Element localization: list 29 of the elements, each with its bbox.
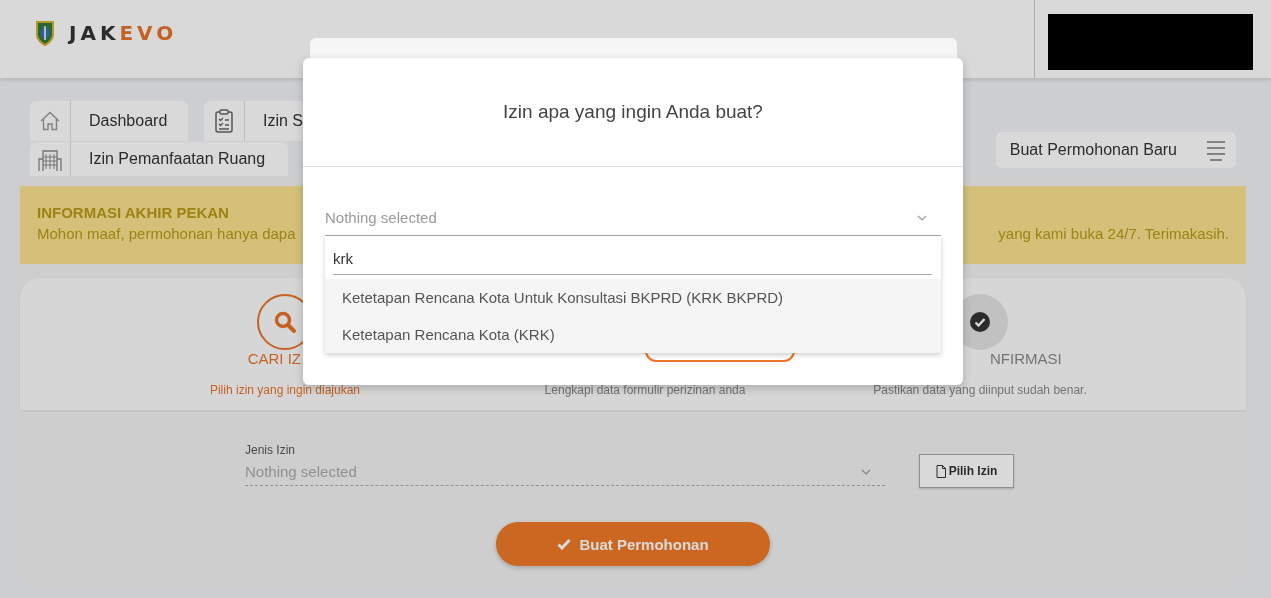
field-label: Jenis Izin (245, 443, 297, 458)
step-label: NFIRMASI (990, 350, 1062, 368)
search-field[interactable]: krk (333, 246, 932, 275)
step-description: Pilih izin yang ingin diajukan (209, 383, 361, 397)
dropdown-option[interactable]: Ketetapan Rencana Kota Untuk Konsultasi BKPRD (KRK BKPRD) (325, 279, 941, 316)
emblem-icon (35, 20, 55, 46)
building-icon (37, 147, 63, 171)
check-icon (557, 538, 572, 550)
step-description: Lengkapi data formulir perizinan anda (544, 383, 746, 397)
chevron-down-icon (861, 468, 871, 475)
new-request-button[interactable]: Buat Permohonan Baru (995, 132, 1236, 168)
search-icon (274, 311, 296, 333)
pick-button[interactable]: Pilih Izin (919, 454, 1014, 488)
dropdown-option[interactable]: Ketetapan Rencana Kota (KRK) (325, 316, 941, 353)
chevron-down-icon (917, 214, 927, 221)
nav-tab[interactable]: Izin Pemanfaatan Ruang (30, 142, 288, 176)
banner-message: Mohon maaf, permohonan hanya dapa (37, 225, 296, 242)
check-circle-icon (969, 311, 991, 333)
modal-title: Izin apa yang ingin Anda buat? (503, 101, 763, 123)
house-icon (38, 109, 62, 133)
step-label: CARI IZ (247, 350, 301, 368)
clipboard-icon (214, 109, 234, 133)
banner-message: yang kami buka 24/7. Terimakasih. (998, 225, 1229, 242)
banner-title: INFORMASI AKHIR PEKAN (37, 204, 229, 221)
logo-wordmark: JAK EVO (69, 21, 178, 45)
nav-tab[interactable]: Dashboard (30, 101, 188, 141)
step-description: Pastikan data yang diinput sudah benar. (873, 383, 1087, 397)
menu-icon[interactable] (1205, 139, 1227, 161)
file-icon (935, 464, 946, 478)
